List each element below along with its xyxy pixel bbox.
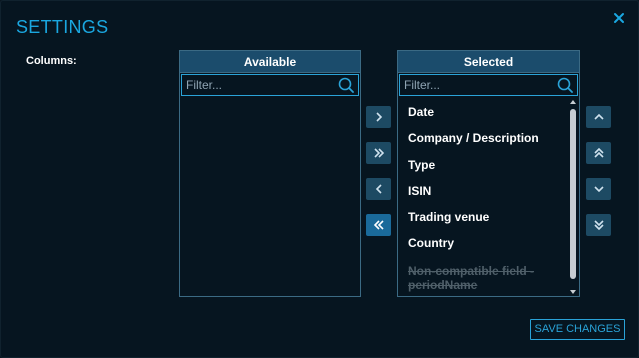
list-item[interactable]: Country — [398, 230, 567, 256]
list-item[interactable]: Company / Description — [398, 125, 567, 151]
columns-label: Columns: — [26, 55, 77, 67]
selected-header: Selected — [398, 51, 579, 73]
chevron-up-icon — [593, 113, 604, 120]
scroll-down-icon[interactable] — [570, 289, 576, 295]
selected-list: Selected Date Company / Description Type… — [397, 50, 580, 297]
move-bottom-button[interactable] — [586, 214, 611, 236]
settings-dialog: SETTINGS Columns: Available Selected — [0, 0, 639, 358]
list-item[interactable]: Trading venue — [398, 204, 567, 230]
chevron-right-icon — [375, 112, 382, 122]
available-filter-input[interactable] — [182, 75, 358, 95]
move-up-button[interactable] — [586, 106, 611, 128]
double-chevron-up-icon — [593, 147, 604, 158]
available-items — [180, 99, 348, 296]
chevron-down-icon — [593, 186, 604, 193]
selected-items: Date Company / Description Type ISIN Tra… — [398, 99, 567, 296]
move-left-button[interactable] — [366, 178, 391, 200]
search-icon[interactable] — [338, 77, 354, 93]
move-top-button[interactable] — [586, 142, 611, 164]
list-item-disabled: Non-compatible field - periodName — [408, 263, 534, 292]
dialog-title: SETTINGS — [16, 17, 109, 37]
available-header: Available — [180, 51, 360, 73]
scrollbar-thumb[interactable] — [570, 109, 576, 279]
move-down-button[interactable] — [586, 178, 611, 200]
list-item[interactable]: ISIN — [398, 178, 567, 204]
double-chevron-right-icon — [373, 148, 384, 158]
save-changes-button[interactable]: SAVE CHANGES — [530, 319, 625, 340]
list-item[interactable]: Date — [398, 99, 567, 125]
available-list: Available — [179, 50, 361, 297]
available-filter-field[interactable] — [181, 74, 359, 96]
scrollbar[interactable] — [568, 99, 578, 295]
list-item[interactable]: Type — [398, 152, 567, 178]
move-right-button[interactable] — [366, 106, 391, 128]
move-all-right-button[interactable] — [366, 142, 391, 164]
move-all-left-button[interactable] — [366, 214, 391, 236]
double-chevron-down-icon — [593, 220, 604, 231]
search-icon[interactable] — [557, 77, 573, 93]
chevron-left-icon — [375, 184, 382, 194]
double-chevron-left-icon — [373, 220, 384, 230]
selected-filter-field[interactable] — [399, 74, 578, 96]
close-icon[interactable] — [612, 11, 626, 25]
selected-filter-input[interactable] — [400, 75, 577, 95]
scroll-up-icon[interactable] — [570, 99, 576, 105]
